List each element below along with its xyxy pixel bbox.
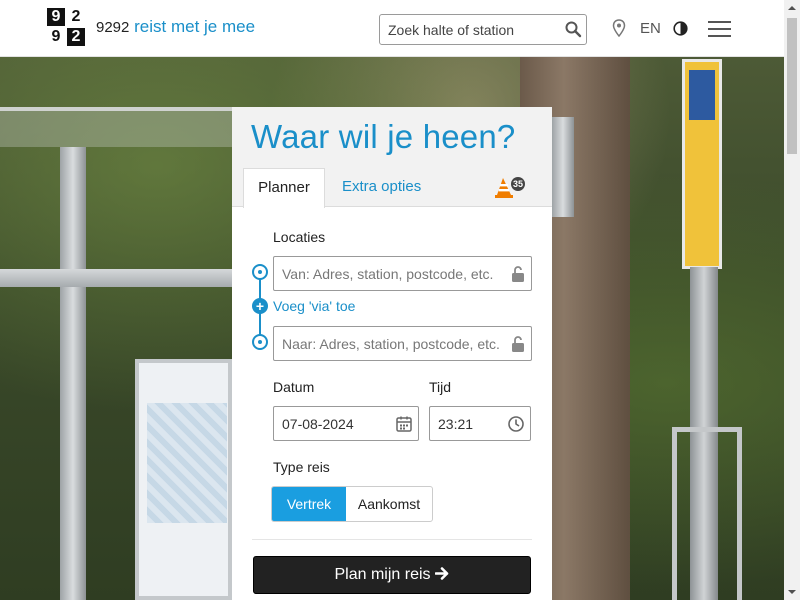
page-scrollbar[interactable] — [784, 0, 800, 600]
logo-digit: 9 — [47, 8, 65, 26]
logo-digit: 2 — [67, 28, 85, 46]
location-pin-icon[interactable] — [612, 19, 626, 39]
plan-trip-button[interactable]: Plan mijn reis — [253, 556, 531, 594]
to-field — [273, 326, 532, 361]
planner-title: Waar wil je heen? — [251, 118, 516, 155]
clock-icon[interactable] — [507, 415, 525, 433]
date-input[interactable] — [274, 407, 392, 440]
shelter-pole-right — [552, 117, 574, 217]
scroll-down-arrow-icon[interactable] — [784, 583, 800, 600]
language-switch[interactable]: EN — [640, 20, 661, 37]
logo[interactable]: 9 2 9 2 — [47, 8, 87, 48]
tab-extra-options[interactable]: Extra opties — [342, 178, 421, 195]
brand-number: 9292 — [96, 19, 130, 36]
brand-text: 9292 reist met je mee — [96, 17, 255, 37]
disruption-count: 35 — [513, 179, 523, 189]
time-label: Tijd — [429, 379, 452, 395]
arrow-right-icon — [434, 557, 450, 593]
site-header: 9 2 9 2 9292 reist met je mee EN — [0, 0, 784, 57]
contrast-icon[interactable] — [673, 21, 688, 36]
bus-stop-frame — [672, 427, 742, 600]
menu-icon[interactable] — [708, 20, 732, 38]
to-point-icon — [252, 334, 268, 350]
locations-label: Locaties — [273, 229, 326, 245]
journey-planner-panel: Waar wil je heen? Planner Extra opties 3… — [232, 107, 552, 600]
scroll-up-arrow-icon[interactable] — [784, 0, 800, 17]
to-input[interactable] — [274, 327, 504, 360]
trip-type-depart[interactable]: Vertrek — [272, 487, 346, 521]
tab-divider — [232, 206, 243, 207]
add-via-link[interactable]: Voeg 'via' toe — [273, 298, 355, 314]
disruptions-cone-icon[interactable]: 35 — [494, 175, 526, 199]
unlock-icon[interactable] — [509, 335, 527, 353]
from-input[interactable] — [274, 257, 504, 290]
tab-divider — [325, 206, 552, 207]
divider — [252, 539, 532, 540]
tab-planner[interactable]: Planner — [243, 168, 325, 208]
scrollbar-thumb[interactable] — [787, 18, 797, 154]
search-icon[interactable] — [564, 20, 582, 38]
trip-type-label: Type reis — [273, 459, 330, 475]
time-field — [429, 406, 531, 441]
date-field — [273, 406, 419, 441]
from-point-icon — [252, 264, 268, 280]
bus-shelter-roof — [0, 107, 232, 147]
stop-search-input[interactable] — [380, 15, 560, 44]
logo-digit: 2 — [67, 8, 85, 26]
unlock-icon[interactable] — [509, 265, 527, 283]
shelter-map-board — [135, 359, 232, 600]
logo-digit: 9 — [47, 28, 65, 46]
trip-type-toggle: Vertrek Aankomst — [271, 486, 433, 522]
time-input[interactable] — [430, 407, 506, 440]
calendar-icon[interactable] — [395, 415, 413, 433]
brand-slogan: reist met je mee — [134, 17, 256, 36]
stop-search — [379, 14, 587, 45]
trip-type-arrive[interactable]: Aankomst — [346, 487, 432, 521]
date-label: Datum — [273, 379, 315, 395]
from-field — [273, 256, 532, 291]
shelter-bar — [0, 269, 232, 287]
plan-trip-label: Plan mijn reis — [334, 566, 431, 583]
add-via-icon[interactable]: + — [252, 298, 268, 314]
shelter-pole — [60, 147, 86, 600]
bus-stop-sign — [682, 59, 722, 269]
